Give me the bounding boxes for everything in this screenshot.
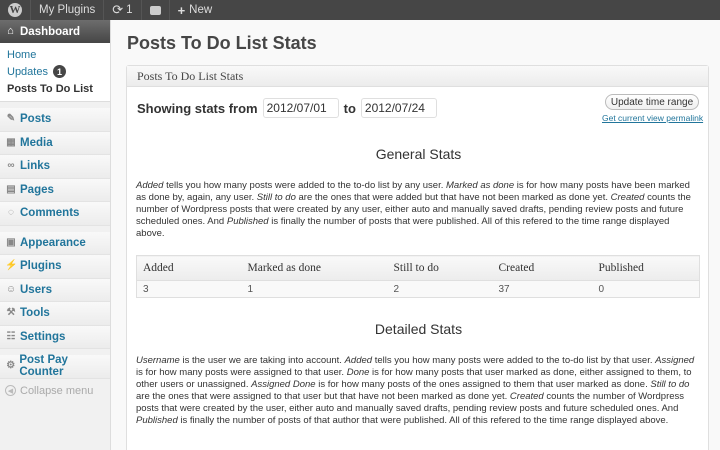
new-label: New xyxy=(189,4,213,16)
postbox-title: Posts To Do List Stats xyxy=(127,66,708,87)
update-time-range-button[interactable]: Update time range xyxy=(605,94,699,110)
submenu-updates[interactable]: Updates 1 xyxy=(0,63,110,80)
submenu-updates-label: Updates xyxy=(7,65,48,78)
column-header: Still to do xyxy=(387,255,493,281)
date-to-input[interactable]: 2012/07/24 xyxy=(360,98,437,118)
home-icon: ⌂ xyxy=(7,25,14,37)
menu-dashboard[interactable]: ⌂ Dashboard xyxy=(0,20,110,43)
comment-bubble-icon xyxy=(149,5,161,15)
menu-pages[interactable]: ▤ Pages xyxy=(0,178,110,202)
menu-comments[interactable]: ◌ Comments xyxy=(0,202,110,226)
updates-count: 1 xyxy=(126,4,133,16)
dashboard-submenu: Home Updates 1 Posts To Do List xyxy=(0,43,110,102)
site-name-link[interactable]: My Plugins xyxy=(31,0,103,20)
menu-links-label: Links xyxy=(20,160,51,173)
submenu-home[interactable]: Home xyxy=(0,46,110,63)
detailed-stats-description: Username is the user we are taking into … xyxy=(136,355,695,426)
updates-link[interactable]: ⟳ 1 xyxy=(104,0,140,20)
dashboard-label: Dashboard xyxy=(20,25,81,38)
main-content: Posts To Do List Stats Posts To Do List … xyxy=(111,20,720,450)
plus-icon: + xyxy=(177,2,186,18)
stats-postbox: Posts To Do List Stats Showing stats fro… xyxy=(126,65,709,450)
detailed-stats-title: Detailed Stats xyxy=(374,321,463,337)
menu-settings[interactable]: ☷ Settings xyxy=(0,325,110,349)
collapse-menu-label: Collapse menu xyxy=(20,384,94,397)
table-header-row: Added Marked as done Still to do Created… xyxy=(136,255,700,281)
table-cell: 37 xyxy=(492,280,593,298)
menu-users[interactable]: ☺ Users xyxy=(0,278,110,302)
collapse-menu-button[interactable]: ◀ Collapse menu xyxy=(0,379,110,403)
table-cell: 2 xyxy=(387,280,493,298)
menu-settings-label: Settings xyxy=(20,330,66,343)
menu-posts-label: Posts xyxy=(20,113,52,126)
menu-users-label: Users xyxy=(20,283,52,296)
menu-plugins-label: Plugins xyxy=(20,260,62,273)
admin-sidebar: ⌂ Dashboard Home Updates 1 Posts To Do L… xyxy=(0,20,111,450)
media-icon: ▦ xyxy=(6,136,16,148)
menu-tools-label: Tools xyxy=(20,307,50,320)
wordpress-logo-icon[interactable]: W xyxy=(0,0,30,20)
refresh-icon: ⟳ xyxy=(112,2,124,17)
page-title: Posts To Do List Stats xyxy=(127,33,317,53)
column-header: Published xyxy=(592,255,700,281)
collapse-arrow-icon: ◀ xyxy=(5,385,16,396)
menu-plugins[interactable]: ⚡ Plugins xyxy=(0,255,110,279)
comments-link[interactable] xyxy=(142,0,169,20)
general-stats-title: General Stats xyxy=(375,146,462,162)
link-icon: ∞ xyxy=(7,160,15,172)
range-prefix: Showing stats from xyxy=(137,100,258,116)
time-range-selector: Showing stats from 2012/07/01 to 2012/07… xyxy=(137,98,442,118)
comments-icon: ◌ xyxy=(8,207,14,219)
date-from-input[interactable]: 2012/07/01 xyxy=(262,98,339,118)
users-icon: ☺ xyxy=(5,283,17,295)
menu-tools[interactable]: ⚒ Tools xyxy=(0,302,110,326)
tools-icon: ⚒ xyxy=(6,307,16,319)
column-header: Added xyxy=(136,255,242,281)
plugins-icon: ⚡ xyxy=(5,260,18,272)
menu-posts[interactable]: ✎ Posts xyxy=(0,108,110,132)
menu-links[interactable]: ∞ Links xyxy=(0,155,110,179)
update-count-badge: 1 xyxy=(52,65,66,78)
menu-post-pay-counter-label: Post Pay Counter xyxy=(19,354,68,379)
appearance-icon: ▣ xyxy=(6,236,16,248)
gear-icon: ⚙ xyxy=(6,360,16,372)
table-cell: 0 xyxy=(592,280,700,298)
submenu-posts-to-do-list[interactable]: Posts To Do List xyxy=(0,80,110,97)
table-row: 3 1 2 37 0 xyxy=(136,280,700,298)
new-content-link[interactable]: + New xyxy=(170,0,221,20)
menu-pages-label: Pages xyxy=(20,183,54,196)
column-header: Created xyxy=(492,255,593,281)
menu-appearance[interactable]: ▣ Appearance xyxy=(0,231,110,255)
permalink-link[interactable]: Get current view permalink xyxy=(602,113,703,123)
range-to-label: to xyxy=(343,100,356,116)
menu-media-label: Media xyxy=(20,136,53,149)
pages-icon: ▤ xyxy=(6,183,16,195)
menu-media[interactable]: ▦ Media xyxy=(0,131,110,155)
pin-icon: ✎ xyxy=(6,113,16,125)
general-stats-table: Added Marked as done Still to do Created… xyxy=(136,255,700,298)
admin-bar: W My Plugins ⟳ 1 + New xyxy=(0,0,720,20)
table-cell: 3 xyxy=(136,280,242,298)
menu-comments-label: Comments xyxy=(20,207,80,220)
menu-post-pay-counter[interactable]: ⚙ Post Pay Counter xyxy=(0,354,110,379)
general-stats-description: Added tells you how many posts were adde… xyxy=(136,180,691,239)
menu-appearance-label: Appearance xyxy=(20,236,86,249)
table-cell: 1 xyxy=(241,280,388,298)
settings-icon: ☷ xyxy=(6,330,16,342)
column-header: Marked as done xyxy=(241,255,388,281)
